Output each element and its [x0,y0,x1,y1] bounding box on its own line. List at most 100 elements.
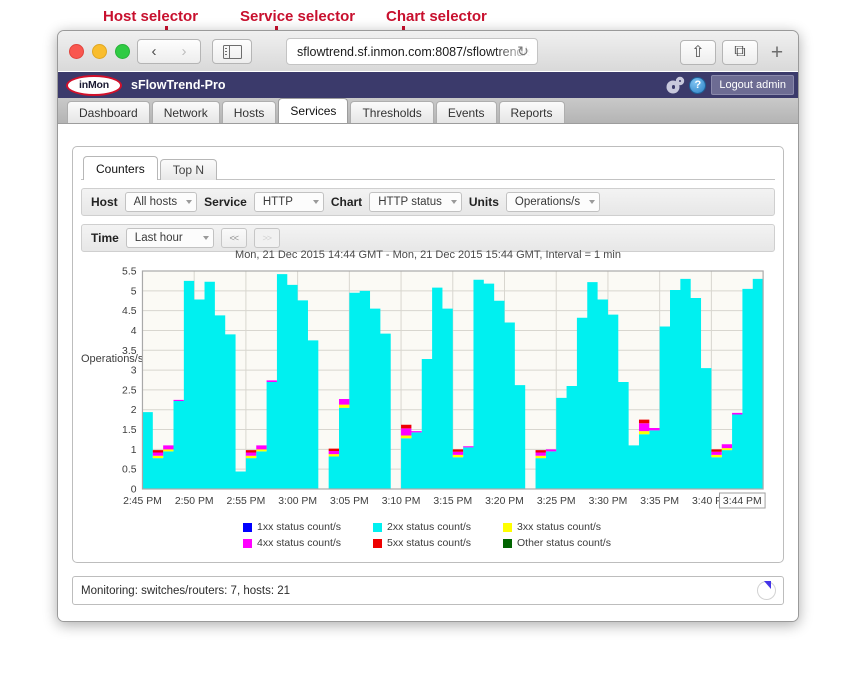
service-value: HTTP [262,196,293,208]
logo-text: inMon [79,79,109,91]
legend-label: 3xx status count/s [517,521,602,533]
tab-thresholds[interactable]: Thresholds [350,101,434,123]
y-tick-label: 5 [131,286,137,297]
time-range-dropdown[interactable]: Last hour [125,228,214,248]
host-dropdown[interactable]: All hosts [124,192,198,212]
legend-item[interactable]: 4xx status count/s [243,537,353,549]
units-value: Operations/s [514,196,581,208]
y-tick-label: 4 [131,326,137,337]
annotation-label-0: Host selector [103,8,199,25]
chart-label: Chart [330,195,363,209]
content-panel: Counters Top N Host All hosts Service HTTP Ch… [72,146,784,563]
legend-row: 1xx status count/s 2xx status count/s 3xx … [243,521,613,533]
gear-icon[interactable] [668,78,684,92]
legend-swatch-icon [243,538,252,548]
legend-item[interactable]: 5xx status count/s [373,537,483,549]
logout-button[interactable]: Logout admin [711,75,794,95]
legend-item[interactable]: Other status count/s [503,537,613,549]
next-period-button[interactable]: >> [253,228,280,248]
tab-reports[interactable]: Reports [498,101,565,123]
x-tick-label: 3:10 PM [382,496,421,507]
y-tick-label: 5.5 [122,266,137,277]
legend-label: 1xx status count/s [257,521,342,533]
close-window-button[interactable] [69,44,84,59]
minimize-window-button[interactable] [92,44,107,59]
subtab-counters[interactable]: Counters [83,156,158,180]
y-tick-label: 4.5 [122,306,137,317]
tab-dashboard[interactable]: Dashboard [67,101,150,123]
chart-container: Mon, 21 Dec 2015 14:44 GMT - Mon, 21 Dec… [81,247,775,554]
screenshot-root: Host selector Service selector Chart selec… [0,0,851,696]
tab-hosts[interactable]: Hosts [221,101,277,123]
x-tick-label: 3:15 PM [433,496,472,507]
service-dropdown[interactable]: HTTP [253,192,324,212]
time-label: Time [91,231,119,245]
status-bar: Monitoring: switches/routers: 7, hosts: … [72,576,784,605]
y-tick-label: 3.5 [122,346,137,357]
new-tab-icon[interactable]: + [764,39,790,65]
application: inMon sFlowTrend-Pro ? Logout admin Dash… [58,71,798,621]
chevron-down-icon [186,200,193,204]
app-title: sFlowTrend-Pro [131,78,226,92]
app-header: inMon sFlowTrend-Pro ? Logout admin [58,72,798,98]
activity-spinner-icon [757,581,776,600]
maximize-window-button[interactable] [115,44,130,59]
svg-text:3:44 PM: 3:44 PM [723,496,762,507]
sub-tab-bar: Counters Top N [83,156,783,180]
annotation-label-1: Service selector [240,8,356,25]
browser-window: ‹ › sflowtrend.sf.inmon.com:8087/sflowtr… [57,30,799,622]
inmon-logo: inMon [66,74,122,96]
forward-icon[interactable]: › [168,39,201,64]
service-label: Service [204,195,247,209]
legend-row: 4xx status count/s 5xx status count/s Othe… [243,537,613,549]
x-tick-label: 3:00 PM [278,496,317,507]
y-tick-label: 1.5 [122,425,137,436]
sidebar-toggle-icon[interactable] [212,39,252,64]
y-tick-label: 2 [131,405,137,416]
y-tick-label: 0 [131,484,137,495]
x-axis-end-marker: 3:44 PM [718,492,766,509]
subtab-top-n[interactable]: Top N [159,159,218,180]
legend-item[interactable]: 3xx status count/s [503,521,613,533]
main-tab-bar: Dashboard Network Hosts Services Thresholds E… [58,98,798,124]
x-tick-label: 3:05 PM [330,496,369,507]
y-tick-label: 0.5 [122,465,137,476]
prev-period-button[interactable]: << [220,228,247,248]
x-tick-label: 2:45 PM [123,496,162,507]
annotation-label-2: Chart selector [386,8,487,25]
chart-svg: 0 0.5 1 1.5 2 2.5 3 3.5 4 4.5 5 5.5 2:45 PM 2:50 PM 2:… [122,266,766,509]
browser-titlebar: ‹ › sflowtrend.sf.inmon.com:8087/sflowtr… [58,31,798,72]
legend-item[interactable]: 2xx status count/s [373,521,483,533]
back-icon[interactable]: ‹ [137,39,171,64]
x-tick-label: 3:25 PM [537,496,576,507]
tab-network[interactable]: Network [151,101,220,123]
units-label: Units [468,195,499,209]
x-tick-label: 3:20 PM [485,496,524,507]
legend-swatch-icon [243,522,252,532]
tab-services[interactable]: Services [278,98,349,123]
y-tick-label: 1 [131,445,137,456]
chart-dropdown[interactable]: HTTP status [369,192,462,212]
chart-plot[interactable]: 0 0.5 1 1.5 2 2.5 3 3.5 4 4.5 5 5.5 2:45 PM 2:50 PM 2:… [81,265,775,515]
help-icon[interactable]: ? [689,76,707,94]
x-tick-label: 3:30 PM [589,496,628,507]
x-tick-label: 2:50 PM [175,496,214,507]
address-bar[interactable]: sflowtrend.sf.inmon.com:8087/sflowtrend/… [286,38,538,65]
legend-item[interactable]: 1xx status count/s [243,521,353,533]
tab-events[interactable]: Events [435,101,497,123]
share-icon[interactable]: ⇧ [680,39,716,65]
host-value: All hosts [133,196,178,208]
reload-icon[interactable]: ↻ [515,43,531,59]
show-tabs-icon[interactable]: ⧉ [722,39,758,65]
chevron-down-icon [202,236,209,240]
chart-value: HTTP status [378,196,442,208]
host-label: Host [91,195,118,209]
legend-label: 5xx status count/s [387,537,472,549]
legend-swatch-icon [373,522,382,532]
chart-title: Mon, 21 Dec 2015 14:44 GMT - Mon, 21 Dec… [235,249,621,261]
chevron-down-icon [450,200,457,204]
chevron-down-icon [312,200,319,204]
chart-legend: 1xx status count/s 2xx status count/s 3xx … [81,521,775,549]
y-tick-label: 3 [131,366,137,377]
units-dropdown[interactable]: Operations/s [505,192,601,212]
